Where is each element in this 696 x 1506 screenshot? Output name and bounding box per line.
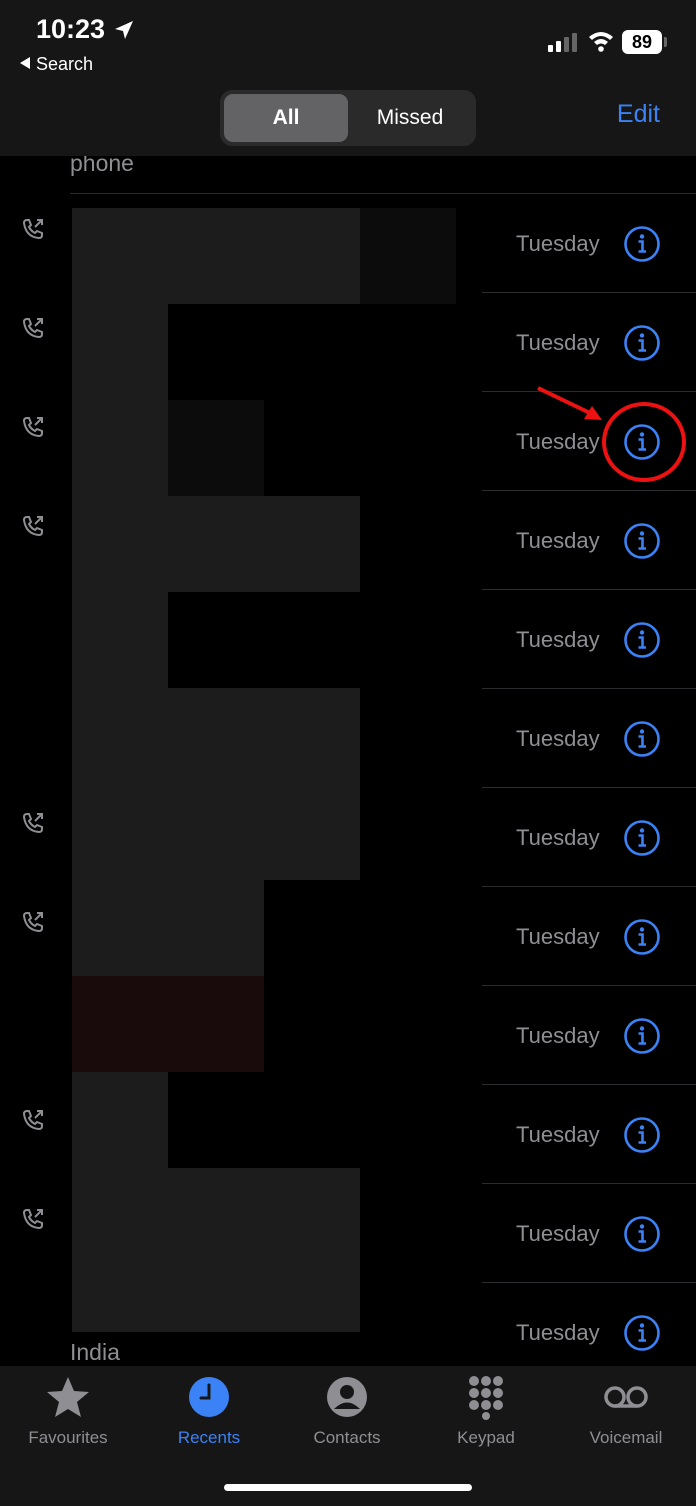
call-day: Tuesday bbox=[516, 528, 600, 553]
info-icon[interactable] bbox=[623, 1116, 661, 1154]
info-icon[interactable] bbox=[623, 324, 661, 362]
back-to-search-link[interactable]: Search bbox=[20, 54, 93, 75]
battery-tip bbox=[664, 37, 667, 47]
redacted-area bbox=[72, 1072, 168, 1168]
redacted-area bbox=[72, 496, 360, 592]
tab-label: Voicemail bbox=[589, 1428, 663, 1447]
tab-favourites[interactable]: Favourites bbox=[8, 1374, 128, 1448]
status-time: 10:23 bbox=[36, 14, 106, 44]
info-icon[interactable] bbox=[623, 918, 661, 956]
redacted-area bbox=[72, 400, 168, 496]
info-icon[interactable] bbox=[623, 1215, 661, 1253]
call-day: Tuesday bbox=[516, 330, 600, 355]
call-day: Tuesday bbox=[516, 1221, 600, 1246]
clock-icon bbox=[189, 1377, 229, 1417]
annotation-circle bbox=[602, 402, 686, 482]
tab-label: Recents bbox=[177, 1428, 241, 1447]
outgoing-call-icon bbox=[22, 912, 43, 933]
row-divider bbox=[70, 193, 696, 194]
redacted-area bbox=[360, 208, 456, 304]
call-day: Tuesday bbox=[516, 825, 600, 850]
outgoing-call-icon bbox=[22, 1209, 43, 1230]
info-icon[interactable] bbox=[623, 1314, 661, 1352]
call-day: Tuesday bbox=[516, 1122, 600, 1147]
back-triangle-icon bbox=[20, 57, 30, 69]
cellular-signal-icon bbox=[548, 33, 577, 52]
call-day: Tuesday bbox=[516, 924, 600, 949]
redacted-area bbox=[72, 880, 264, 976]
call-day: Tuesday bbox=[516, 1320, 600, 1345]
tab-label: Contacts bbox=[313, 1428, 381, 1447]
redacted-area bbox=[72, 592, 168, 688]
tab-recents[interactable]: Recents bbox=[149, 1374, 269, 1448]
battery-level: 89 bbox=[622, 30, 662, 54]
wifi-icon bbox=[589, 32, 613, 52]
edit-button[interactable]: Edit bbox=[617, 100, 660, 129]
back-label: Search bbox=[36, 54, 94, 74]
tab-label: Favourites bbox=[28, 1428, 108, 1447]
tab-keypad[interactable]: Keypad bbox=[426, 1374, 546, 1448]
person-icon bbox=[327, 1377, 367, 1417]
redacted-area bbox=[168, 400, 264, 496]
redacted-area bbox=[72, 304, 168, 400]
recents-list: phone Tuesday Tuesday Tuesday Tuesday Tuesda… bbox=[0, 156, 696, 1366]
call-day: Tuesday bbox=[516, 1023, 600, 1048]
tab-voicemail[interactable]: Voicemail bbox=[566, 1374, 686, 1448]
info-icon[interactable] bbox=[623, 1017, 661, 1055]
star-icon bbox=[47, 1377, 89, 1417]
info-icon[interactable] bbox=[623, 225, 661, 263]
outgoing-call-icon bbox=[22, 516, 43, 537]
outgoing-call-icon bbox=[22, 813, 43, 834]
info-icon[interactable] bbox=[623, 621, 661, 659]
redacted-area bbox=[72, 976, 264, 1072]
segment-missed[interactable]: Missed bbox=[348, 94, 472, 142]
call-day: Tuesday bbox=[516, 231, 600, 256]
outgoing-call-icon bbox=[22, 219, 43, 240]
info-icon[interactable] bbox=[623, 522, 661, 560]
call-day: Tuesday bbox=[516, 726, 600, 751]
info-icon[interactable] bbox=[623, 819, 661, 857]
calls-filter-segment: All Missed bbox=[220, 90, 476, 146]
info-icon[interactable] bbox=[623, 720, 661, 758]
call-day: Tuesday bbox=[516, 429, 600, 454]
outgoing-call-icon bbox=[22, 318, 43, 339]
redacted-area bbox=[72, 208, 360, 304]
outgoing-call-icon bbox=[22, 417, 43, 438]
voicemail-icon bbox=[604, 1386, 648, 1408]
redacted-area bbox=[72, 1264, 360, 1332]
outgoing-call-icon bbox=[22, 1110, 43, 1131]
segment-all[interactable]: All bbox=[224, 94, 348, 142]
redacted-area bbox=[72, 1168, 360, 1264]
tab-contacts[interactable]: Contacts bbox=[287, 1374, 407, 1448]
location-arrow-icon bbox=[115, 21, 133, 39]
partial-row-label: India bbox=[70, 1339, 120, 1365]
keypad-icon bbox=[469, 1376, 503, 1420]
redacted-area bbox=[72, 688, 360, 880]
header: 10:23 Search 89 All Missed Edit bbox=[0, 0, 696, 156]
home-indicator[interactable] bbox=[224, 1484, 472, 1491]
annotation-arrow bbox=[537, 386, 602, 420]
partial-row-label: phone bbox=[70, 156, 134, 176]
tab-label: Keypad bbox=[457, 1428, 515, 1447]
call-day: Tuesday bbox=[516, 627, 600, 652]
